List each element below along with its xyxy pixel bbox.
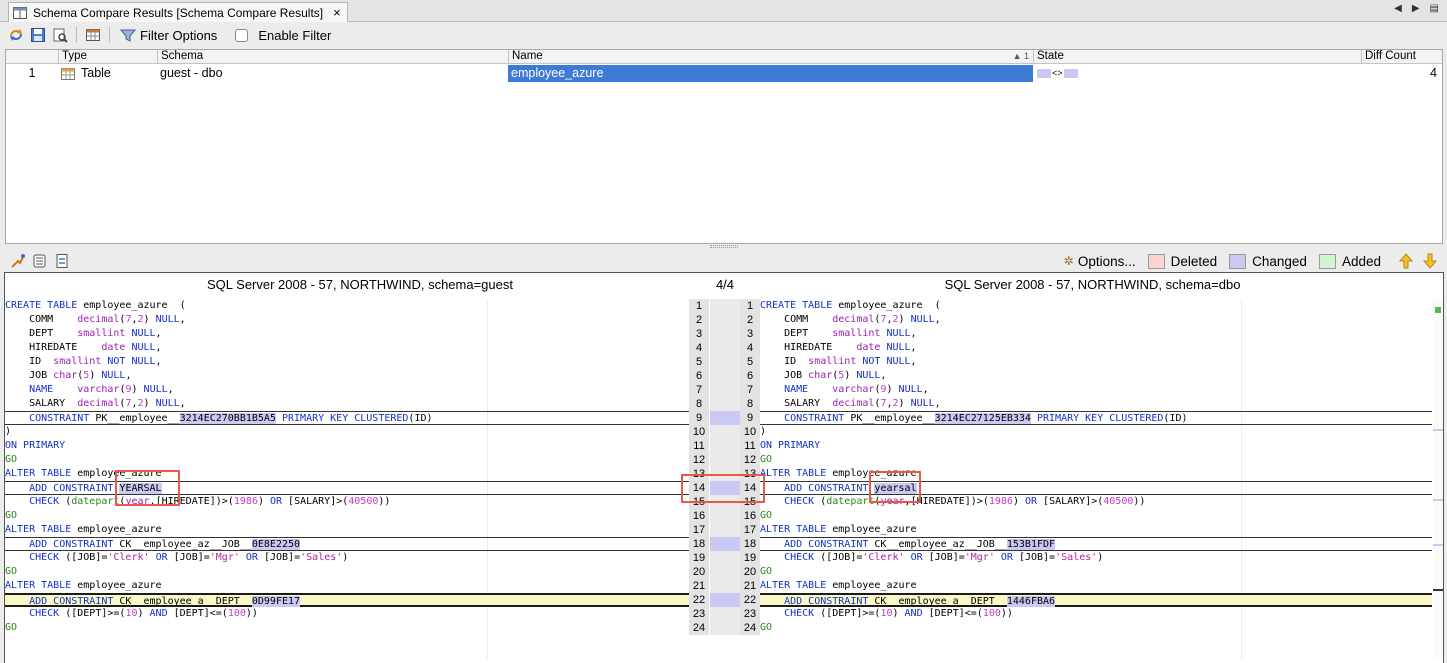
sync-script-icon[interactable]	[10, 253, 26, 269]
enable-filter-checkbox[interactable]	[235, 28, 249, 42]
diff-connector-band	[710, 299, 740, 635]
cell-name[interactable]: employee_azure	[508, 65, 1033, 82]
state-arrow: <>	[1052, 68, 1063, 79]
enable-filter-label: Enable Filter	[258, 27, 332, 43]
changed-label: Changed	[1252, 253, 1307, 269]
state-left-box	[1037, 69, 1051, 79]
filter-icon	[120, 29, 136, 42]
filter-options-label: Filter Options	[140, 27, 218, 43]
tab-title: Schema Compare Results [Schema Compare R…	[33, 5, 324, 20]
col-rownum	[6, 50, 58, 64]
tab-next-icon[interactable]: ▶	[1412, 3, 1420, 14]
deleted-label: Deleted	[1170, 253, 1218, 269]
left-pk-hash: 3214EC270BB1B5A5	[179, 413, 276, 424]
table-icon	[61, 67, 75, 80]
state-right-box	[1063, 69, 1078, 79]
tab-nav: ◀ ▶ ▤	[1394, 3, 1439, 14]
cell-diff-count: 4	[1430, 66, 1437, 80]
print-preview-icon[interactable]	[52, 27, 68, 43]
added-label: Added	[1341, 253, 1381, 269]
overview-ruler[interactable]	[1433, 299, 1443, 659]
left-job-hash: 0E8E2250	[251, 539, 301, 550]
col-schema[interactable]: Schema	[157, 50, 508, 64]
right-pk-hash: 3214EC27125EB334	[934, 413, 1031, 424]
toolbar-separator	[109, 27, 110, 43]
toolbar-separator	[76, 27, 77, 43]
left-line-gutter: 12345678 9 10 11 12 13 14 15 16 17 18 19 20 21 22 23 2…	[689, 299, 709, 635]
col-name[interactable]: Name ▲ 1	[508, 50, 1033, 64]
changed-swatch	[1229, 253, 1247, 269]
previous-difference-icon[interactable]	[1399, 253, 1413, 269]
added-swatch	[1318, 253, 1336, 269]
script-icon[interactable]	[32, 253, 48, 269]
options-button[interactable]: ✲ Options...	[1064, 254, 1136, 269]
left-dept-hash: 0D99FE17	[251, 596, 301, 607]
tab-prev-icon[interactable]: ◀	[1394, 3, 1402, 14]
schema-compare-icon	[13, 6, 27, 19]
options-label: Options...	[1077, 253, 1136, 269]
tab-bar: Schema Compare Results [Schema Compare R…	[0, 0, 1447, 22]
diff-viewer: SQL Server 2008 - 57, NORTHWIND, schema=…	[4, 272, 1444, 663]
col-name-label: Name	[512, 50, 543, 62]
right-dept-hash: 1446FBA6	[1006, 596, 1056, 607]
cell-schema: guest - dbo	[160, 66, 223, 80]
annotation-right-constraint	[869, 471, 921, 503]
cell-state: <>	[1033, 65, 1361, 82]
annotation-left-constraint	[115, 470, 180, 506]
next-difference-icon[interactable]	[1423, 253, 1437, 269]
grid-view-icon[interactable]	[85, 27, 101, 43]
diff-legend: ✲ Options... Deleted Changed Added	[1064, 251, 1437, 271]
right-job-hash: 153B1FDF	[1006, 539, 1056, 550]
right-pane-title: SQL Server 2008 - 57, NORTHWIND, schema=…	[944, 277, 1241, 292]
col-state[interactable]: State	[1033, 50, 1361, 64]
row-number: 1	[28, 66, 36, 80]
results-toolbar: Filter Options Enable Filter	[0, 23, 1447, 47]
refresh-icon[interactable]	[8, 27, 24, 43]
right-code-pane[interactable]: CREATE TABLE employee_azure ( COMM decim…	[760, 299, 1432, 635]
diff-toolbar: ✲ Options... Deleted Changed Added	[0, 250, 1447, 272]
diff-counter: 4/4	[715, 277, 735, 292]
tab-list-icon[interactable]: ▤	[1430, 3, 1439, 14]
col-diff-count[interactable]: Diff Count	[1361, 50, 1444, 64]
tab-schema-compare-results[interactable]: Schema Compare Results [Schema Compare R…	[8, 2, 348, 22]
annotation-line-14	[681, 474, 765, 503]
filter-options-button[interactable]: Filter Options	[120, 27, 217, 43]
col-type[interactable]: Type	[58, 50, 157, 64]
deleted-swatch	[1147, 253, 1165, 269]
save-icon[interactable]	[30, 27, 46, 43]
right-line-gutter: 12345678 9 10 11 12 13 14 15 16 17 18 19 20 21 22 23 2…	[740, 299, 760, 635]
table-header: Type Schema Name ▲ 1 State Diff Count	[6, 50, 1442, 64]
left-pane-title: SQL Server 2008 - 57, NORTHWIND, schema=…	[207, 277, 513, 292]
cell-type: Table	[58, 65, 157, 82]
gear-icon: ✲	[1063, 254, 1074, 268]
table-row[interactable]: 1 Table guest - dbo employee_azure <> 4	[6, 65, 1442, 82]
report-icon[interactable]	[54, 253, 70, 269]
results-table: Type Schema Name ▲ 1 State Diff Count 1 …	[5, 49, 1443, 244]
sort-indicator-icon: ▲ 1	[1012, 51, 1029, 61]
left-code-pane[interactable]: CREATE TABLE employee_azure ( COMM decim…	[5, 299, 689, 635]
cell-type-label: Table	[81, 66, 111, 80]
close-icon[interactable]: ×	[333, 5, 341, 20]
